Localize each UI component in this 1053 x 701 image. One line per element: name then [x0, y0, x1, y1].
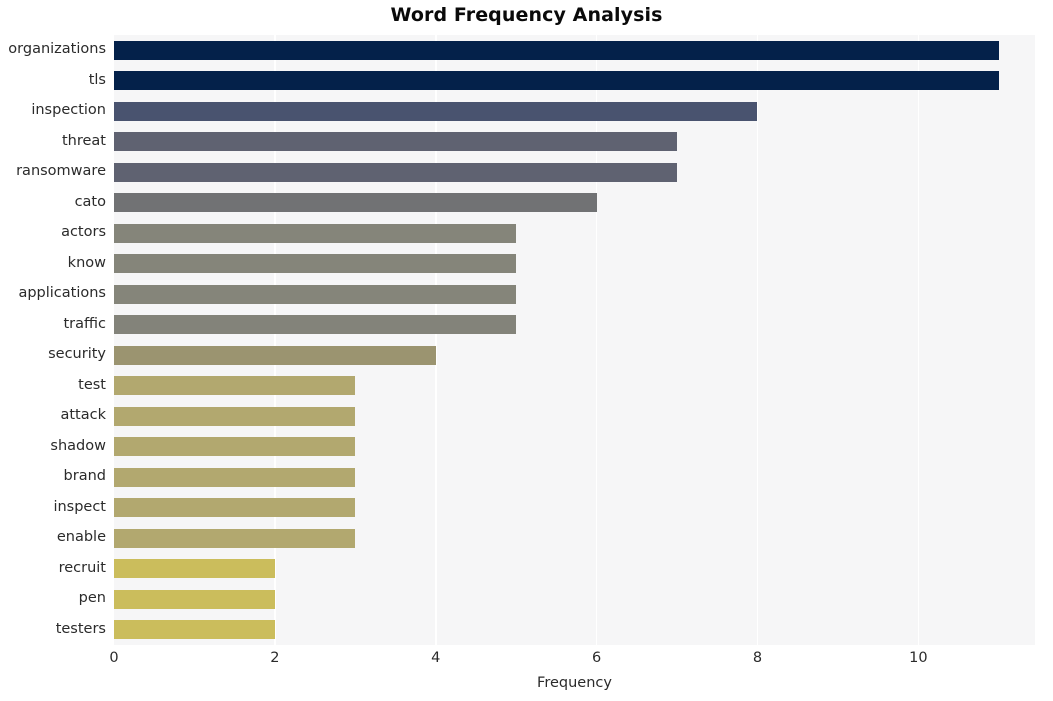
bar-row	[114, 284, 1035, 304]
bar-row	[114, 101, 1035, 121]
bar-row	[114, 40, 1035, 60]
bar-row	[114, 345, 1035, 365]
y-tick-label-enable: enable	[56, 529, 106, 546]
bar-actors	[114, 223, 517, 243]
y-tick-label-actors: actors	[61, 224, 106, 241]
bar-organizations	[114, 40, 999, 60]
y-tick-label-inspect: inspect	[53, 498, 106, 515]
bar-row	[114, 467, 1035, 487]
y-tick-label-pen: pen	[78, 590, 106, 607]
bar-brand	[114, 467, 356, 487]
bar-row	[114, 223, 1035, 243]
y-tick-label-traffic: traffic	[63, 315, 106, 332]
bar-row	[114, 376, 1035, 396]
bar-row	[114, 406, 1035, 426]
bar-threat	[114, 132, 678, 152]
y-tick-label-recruit: recruit	[58, 559, 106, 576]
bar-row	[114, 254, 1035, 274]
bar-row	[114, 193, 1035, 213]
y-tick-label-threat: threat	[61, 132, 106, 149]
bar-applications	[114, 284, 517, 304]
y-tick-label-attack: attack	[60, 407, 106, 424]
bar-row	[114, 559, 1035, 579]
bar-cato	[114, 193, 597, 213]
x-axis-tick-labels: 0 2 4 6 8 10	[0, 650, 1053, 674]
x-tick-label-0: 0	[109, 650, 119, 666]
x-tick-label-4: 4	[431, 650, 441, 666]
bar-row	[114, 528, 1035, 548]
y-tick-label-shadow: shadow	[50, 437, 106, 454]
y-tick-label-security: security	[48, 346, 106, 363]
y-tick-label-know: know	[67, 254, 106, 271]
bar-attack	[114, 406, 356, 426]
x-tick-label-6: 6	[591, 650, 602, 666]
bar-security	[114, 345, 436, 365]
bar-row	[114, 71, 1035, 91]
bar-row	[114, 498, 1035, 518]
bar-enable	[114, 528, 356, 548]
bar-shadow	[114, 437, 356, 457]
bar-row	[114, 162, 1035, 182]
bar-row	[114, 620, 1035, 640]
bar-tls	[114, 71, 999, 91]
y-tick-label-organizations: organizations	[8, 41, 106, 58]
word-frequency-chart-figure: Word Frequency Analysis organizations tls…	[0, 0, 1053, 701]
y-tick-label-brand: brand	[63, 468, 106, 485]
x-tick-label-8: 8	[752, 650, 763, 666]
y-tick-label-inspection: inspection	[31, 102, 106, 119]
bar-testers	[114, 620, 275, 640]
y-tick-label-testers: testers	[55, 620, 106, 637]
x-axis-title: Frequency	[537, 675, 612, 691]
y-tick-label-tls: tls	[88, 71, 106, 88]
bar-row	[114, 132, 1035, 152]
plot-area	[114, 35, 1035, 645]
bar-test	[114, 376, 356, 396]
y-tick-label-cato: cato	[74, 193, 106, 210]
bars-layer	[114, 35, 1035, 645]
bar-inspect	[114, 498, 356, 518]
x-tick-label-2: 2	[270, 650, 280, 666]
chart-title: Word Frequency Analysis	[390, 4, 663, 26]
bar-pen	[114, 589, 275, 609]
bar-inspection	[114, 101, 758, 121]
y-axis-tick-labels: organizations tls inspection threat ransomwa…	[0, 35, 106, 645]
y-tick-label-applications: applications	[18, 285, 106, 302]
bar-row	[114, 315, 1035, 335]
bar-know	[114, 254, 517, 274]
bar-ransomware	[114, 162, 678, 182]
bar-traffic	[114, 315, 517, 335]
bar-row	[114, 437, 1035, 457]
y-tick-label-ransomware: ransomware	[16, 163, 106, 180]
bar-recruit	[114, 559, 275, 579]
x-tick-label-10: 10	[909, 650, 928, 666]
y-tick-label-test: test	[78, 376, 106, 393]
bar-row	[114, 589, 1035, 609]
